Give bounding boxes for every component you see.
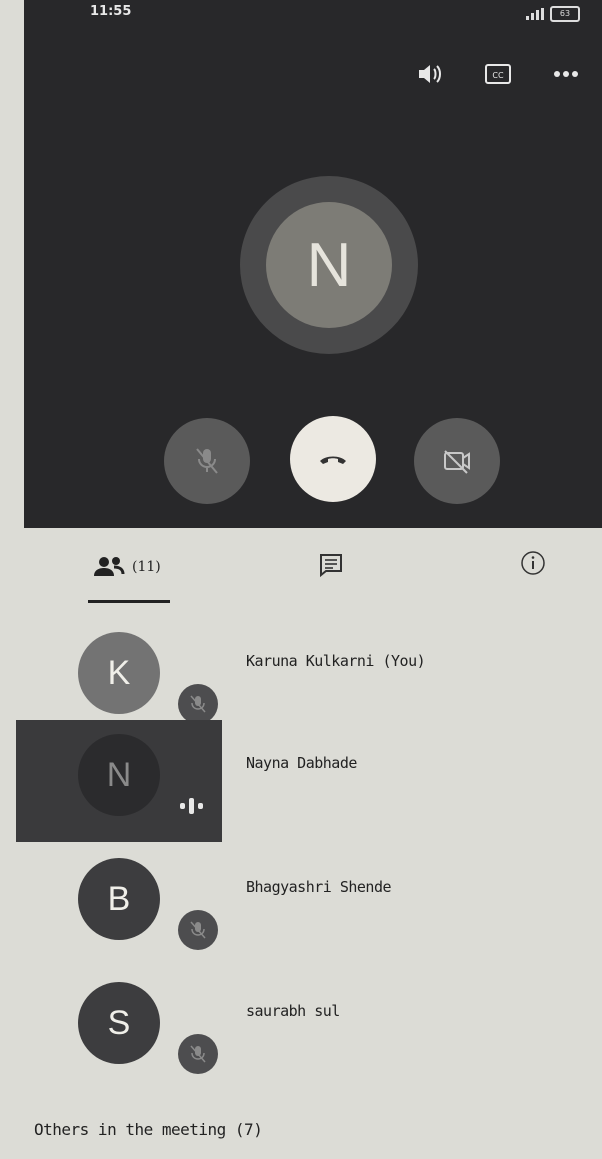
participant-row-saurabh[interactable]: S saurabh sul bbox=[0, 974, 602, 1084]
chat-icon bbox=[320, 554, 342, 578]
avatar: K bbox=[78, 632, 160, 714]
participant-row-nayna[interactable]: N Nayna Dabhade bbox=[0, 720, 602, 842]
others-section-heading: Others in the meeting (7) bbox=[34, 1120, 263, 1139]
mic-off-icon bbox=[178, 684, 218, 724]
camera-toggle-button[interactable] bbox=[414, 418, 500, 504]
status-icons: 63 bbox=[526, 6, 580, 22]
people-count: (11) bbox=[132, 559, 161, 575]
mic-off-icon bbox=[178, 1034, 218, 1074]
participant-name: Karuna Kulkarni (You) bbox=[246, 652, 426, 670]
avatar: S bbox=[78, 982, 160, 1064]
participant-name: Bhagyashri Shende bbox=[246, 878, 392, 896]
tab-people[interactable]: (11) bbox=[92, 556, 161, 578]
main-avatar-initial: N bbox=[266, 202, 392, 328]
tab-people-underline bbox=[88, 600, 170, 603]
end-call-button[interactable] bbox=[290, 416, 376, 502]
avatar: N bbox=[78, 734, 160, 816]
status-time: 11:55 bbox=[90, 4, 132, 19]
tab-chat[interactable] bbox=[318, 552, 344, 578]
people-icon bbox=[94, 557, 125, 576]
speaking-indicator-icon bbox=[180, 798, 203, 814]
signal-icon bbox=[526, 8, 544, 20]
main-avatar: N bbox=[240, 176, 418, 354]
more-icon[interactable] bbox=[550, 60, 582, 88]
mic-off-icon bbox=[196, 448, 218, 474]
tab-bar: (11) bbox=[0, 536, 602, 606]
video-area: 11:55 63 CC N bbox=[24, 0, 602, 528]
participant-row-bhagyashri[interactable]: B Bhagyashri Shende bbox=[0, 850, 602, 960]
participant-name: Nayna Dabhade bbox=[246, 754, 357, 772]
participant-name: saurabh sul bbox=[246, 1002, 340, 1020]
tab-info[interactable] bbox=[520, 550, 546, 576]
mic-toggle-button[interactable] bbox=[164, 418, 250, 504]
info-icon bbox=[521, 551, 545, 575]
participant-row-karuna[interactable]: K Karuna Kulkarni (You) bbox=[0, 624, 602, 734]
camera-off-icon bbox=[444, 450, 470, 474]
speaker-icon[interactable] bbox=[414, 60, 446, 88]
battery-icon: 63 bbox=[550, 6, 580, 22]
end-call-icon bbox=[320, 456, 346, 464]
mic-off-icon bbox=[178, 910, 218, 950]
svg-text:CC: CC bbox=[492, 71, 504, 80]
avatar: B bbox=[78, 858, 160, 940]
captions-icon[interactable]: CC bbox=[482, 60, 514, 88]
